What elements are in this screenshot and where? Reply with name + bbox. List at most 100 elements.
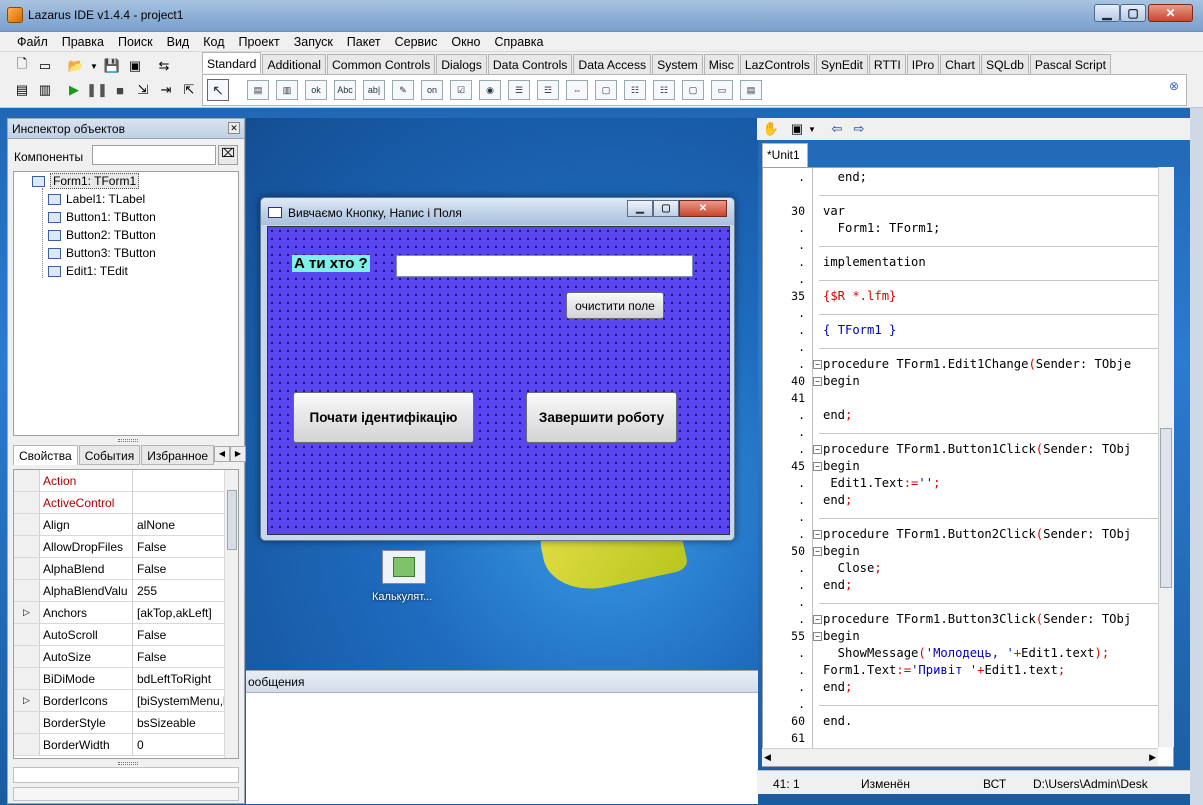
view-forms-icon[interactable]: ▥ <box>35 80 55 100</box>
edit1-field[interactable] <box>396 255 693 277</box>
fold-icon[interactable]: − <box>813 632 822 641</box>
fold-icon[interactable]: − <box>813 530 822 539</box>
property-row[interactable]: BorderWidth 0 <box>14 734 224 756</box>
property-value[interactable]: 255 <box>132 580 224 601</box>
code-line[interactable]: end; <box>823 680 852 694</box>
tab-left-icon[interactable]: ◀ <box>214 446 230 462</box>
back-icon[interactable]: ⇦ <box>827 119 847 139</box>
code-line[interactable]: Form1.Text:='Привіт '+Edit1.text; <box>823 663 1065 677</box>
code-line[interactable]: ShowMessage('Молодець, '+Edit1.text); <box>823 646 1110 660</box>
fold-icon[interactable]: − <box>813 445 822 454</box>
palette-tab[interactable]: Data Controls <box>487 54 573 74</box>
palette-component-icon[interactable]: ⇔ <box>566 80 588 100</box>
inspector-tab[interactable]: Избранное <box>141 445 215 465</box>
property-value[interactable]: [akTop,akLeft] <box>132 602 224 623</box>
property-row[interactable]: AllowDropFiles False <box>14 536 224 558</box>
property-row[interactable]: Action <box>14 470 224 492</box>
palette-tab[interactable]: Misc <box>703 54 739 74</box>
palette-component-icon[interactable]: ok <box>305 80 327 100</box>
expand-icon[interactable]: ▷ <box>14 690 40 711</box>
fold-icon[interactable]: − <box>813 615 822 624</box>
palette-tab[interactable]: Additional <box>262 54 326 74</box>
property-row[interactable]: Align alNone <box>14 514 224 536</box>
stop-icon[interactable]: ■ <box>110 80 130 100</box>
palette-tab[interactable]: Data Access <box>573 54 652 74</box>
code-line[interactable]: end; <box>823 493 852 507</box>
start-identification-button[interactable]: Почати ідентифікацію <box>293 392 474 443</box>
form-title-bar[interactable]: Вивчаємо Кнопку, Напис і Поля ▁ ▢ ✕ <box>261 198 734 225</box>
palette-component-icon[interactable]: on <box>421 80 443 100</box>
property-value[interactable]: False <box>132 646 224 667</box>
palette-scroll-icon[interactable]: ⊗ <box>1169 79 1179 93</box>
property-row[interactable]: AlphaBlendValu 255 <box>14 580 224 602</box>
palette-component-icon[interactable]: ☷ <box>624 80 646 100</box>
maximize-button[interactable]: ▢ <box>1120 4 1146 22</box>
fold-icon[interactable]: − <box>813 547 822 556</box>
menu-item[interactable]: Окно <box>444 32 487 51</box>
code-line[interactable]: procedure TForm1.Edit1Change(Sender: TOb… <box>823 357 1131 371</box>
palette-component-icon[interactable]: ☰ <box>508 80 530 100</box>
palette-tab[interactable]: Pascal Script <box>1029 54 1112 74</box>
code-line[interactable]: Edit1.Text:=''; <box>823 476 940 490</box>
open-icon[interactable]: 📂 <box>66 56 86 76</box>
expand-icon[interactable]: ▷ <box>14 602 40 623</box>
run-icon[interactable]: ▶ <box>64 80 84 100</box>
property-value[interactable]: [biSystemMenu,b <box>132 690 224 711</box>
editor-horizontal-scrollbar[interactable]: ◀ ▶ <box>762 748 1158 766</box>
palette-component-icon[interactable]: ◉ <box>479 80 501 100</box>
calculator-desktop-icon[interactable] <box>382 550 426 584</box>
view-units-icon[interactable]: ▤ <box>12 80 32 100</box>
code-line[interactable]: begin <box>823 544 860 558</box>
finish-work-button[interactable]: Завершити роботу <box>526 392 677 443</box>
scrollbar-thumb[interactable] <box>227 490 237 550</box>
open-dropdown-icon[interactable]: ▼ <box>89 56 99 76</box>
palette-tab[interactable]: IPro <box>906 54 940 74</box>
property-row[interactable]: ▷ Anchors [akTop,akLeft] <box>14 602 224 624</box>
palette-tab[interactable]: SQLdb <box>980 54 1029 74</box>
palette-tab[interactable]: Dialogs <box>436 54 487 74</box>
scroll-right-icon[interactable]: ▶ <box>1149 752 1156 763</box>
label1[interactable]: А ти хто ? <box>292 255 370 272</box>
form-close-button[interactable]: ✕ <box>679 200 727 217</box>
menu-item[interactable]: Поиск <box>111 32 160 51</box>
menu-item[interactable]: Пакет <box>340 32 388 51</box>
property-row[interactable]: BiDiMode bdLeftToRight <box>14 668 224 690</box>
palette-tab[interactable]: SynEdit <box>815 54 868 74</box>
splitter-handle-2[interactable] <box>118 762 138 765</box>
menu-item[interactable]: Код <box>196 32 231 51</box>
menu-item[interactable]: Правка <box>55 32 111 51</box>
editor-scroll-thumb[interactable] <box>1160 428 1172 588</box>
form-maximize-button[interactable]: ▢ <box>653 200 679 217</box>
tree-item[interactable]: Button2: TButton <box>48 227 156 243</box>
palette-component-icon[interactable]: Abc <box>334 80 356 100</box>
clear-field-button[interactable]: очистити поле <box>566 292 664 319</box>
palette-tab[interactable]: RTTI <box>868 54 906 74</box>
property-row[interactable]: BorderStyle bsSizeable <box>14 712 224 734</box>
bookmark-icon[interactable]: ▣ <box>787 119 807 139</box>
property-value[interactable]: bdLeftToRight <box>132 668 224 689</box>
tree-item[interactable]: Button3: TButton <box>48 245 156 261</box>
property-value[interactable]: False <box>132 624 224 645</box>
splitter-handle[interactable] <box>118 439 138 442</box>
palette-tab[interactable]: Chart <box>940 54 980 74</box>
fold-icon[interactable]: − <box>813 360 822 369</box>
code-line[interactable]: Close; <box>823 561 882 575</box>
tree-item[interactable]: Button1: TButton <box>48 209 156 225</box>
bookmark-dropdown-icon[interactable]: ▼ <box>807 119 817 139</box>
code-line[interactable]: Form1: TForm1; <box>823 221 941 235</box>
code-line[interactable]: procedure TForm1.Button3Click(Sender: TO… <box>823 612 1131 626</box>
palette-component-icon[interactable]: ☲ <box>537 80 559 100</box>
source-editor[interactable]: . 30.... 35.... 40 41... 45.... 50.... 55.... 60… <box>762 167 1174 767</box>
palette-component-icon[interactable]: ab| <box>363 80 385 100</box>
fold-icon[interactable]: − <box>813 377 822 386</box>
toggle-form-unit-icon[interactable]: ⇆ <box>154 56 174 76</box>
code-line[interactable]: begin <box>823 374 860 388</box>
property-row[interactable]: ▷ BorderIcons [biSystemMenu,b <box>14 690 224 712</box>
selection-arrow-icon[interactable]: ↖ <box>207 79 229 101</box>
property-row[interactable]: AutoSize False <box>14 646 224 668</box>
tree-item[interactable]: Form1: TForm1 <box>32 173 140 189</box>
code-line[interactable]: end; <box>823 578 852 592</box>
menu-item[interactable]: Запуск <box>287 32 340 51</box>
scroll-left-icon[interactable]: ◀ <box>764 752 771 763</box>
clear-filter-icon[interactable]: ⌧ <box>218 145 238 165</box>
